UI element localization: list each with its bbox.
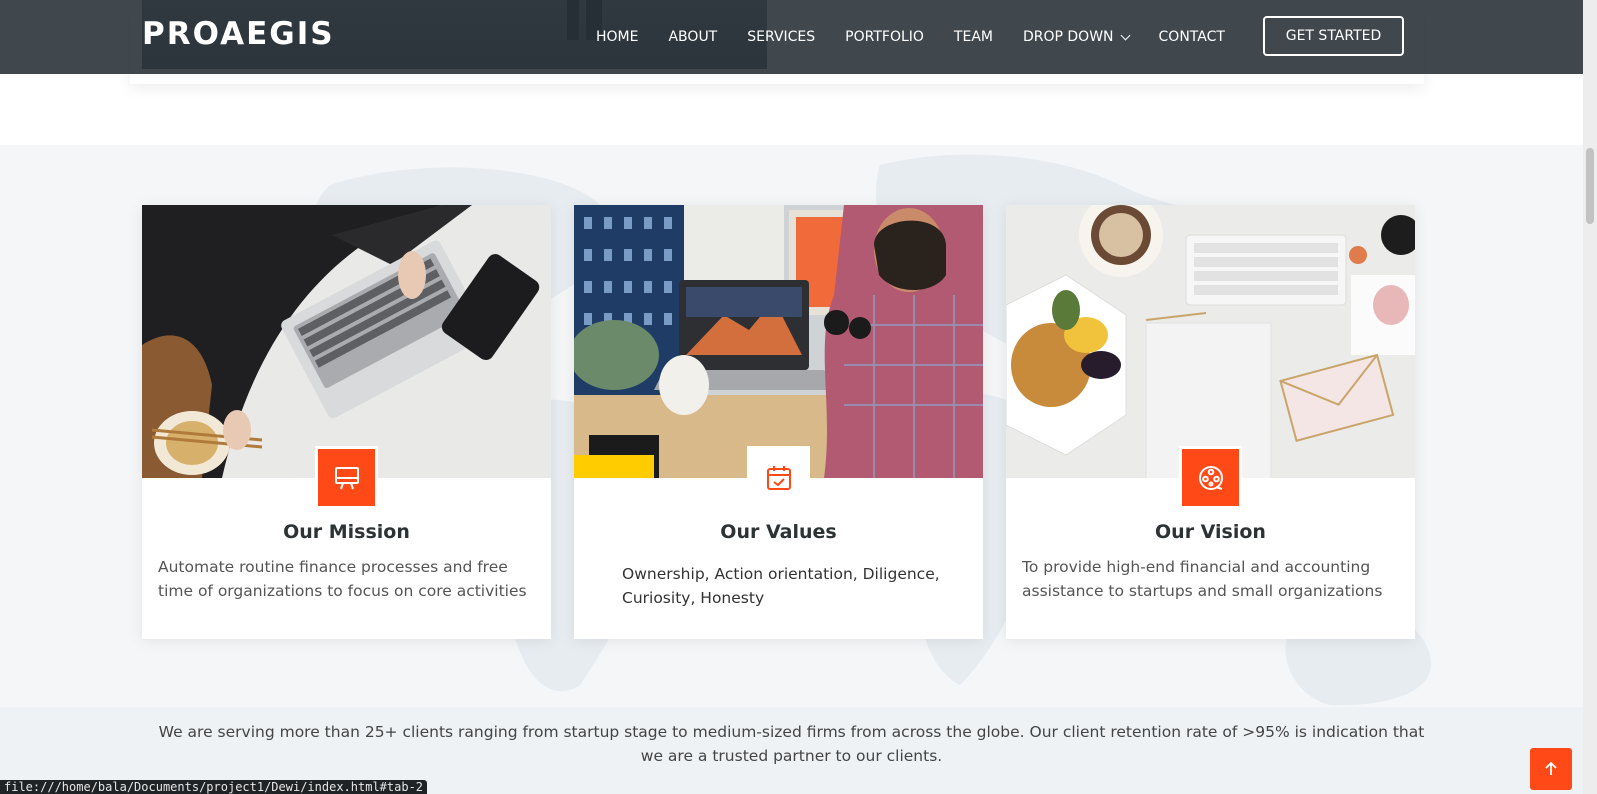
- values-card-image: [574, 205, 983, 478]
- clients-text: We are serving more than 25+ clients ran…: [158, 723, 1425, 765]
- easel-icon: [334, 466, 359, 489]
- get-started-button[interactable]: GET STARTED: [1263, 16, 1404, 56]
- vision-title: Our Vision: [1155, 521, 1266, 543]
- values-card: Our Values Ownership, Action orientation…: [574, 205, 983, 639]
- nav-contact[interactable]: CONTACT: [1159, 29, 1225, 45]
- mission-title: Our Mission: [283, 521, 410, 543]
- about-section: Our Mission Automate routine finance pro…: [0, 145, 1583, 707]
- vision-icon-badge: [1179, 446, 1242, 509]
- mission-card-image: [142, 205, 551, 478]
- mission-card: Our Mission Automate routine finance pro…: [142, 205, 551, 639]
- values-title: Our Values: [720, 521, 837, 543]
- nav-dropdown-label: DROP DOWN: [1022, 29, 1114, 45]
- chevron-down-icon: [1120, 30, 1130, 40]
- vision-text: To provide high-end financial and accoun…: [1022, 558, 1383, 600]
- main-nav: HOME ABOUT SERVICES PORTFOLIO TEAM DROP …: [596, 0, 1255, 74]
- nav-home[interactable]: HOME: [596, 29, 638, 45]
- back-to-top-button[interactable]: [1530, 748, 1572, 790]
- nav-team[interactable]: TEAM: [954, 29, 993, 45]
- values-icon-badge: [747, 446, 810, 509]
- site-logo[interactable]: PROAEGIS: [142, 16, 335, 52]
- scrollbar-thumb[interactable]: [1586, 148, 1594, 224]
- vision-card: Our Vision To provide high-end financial…: [1006, 205, 1415, 639]
- nav-about[interactable]: ABOUT: [668, 29, 717, 45]
- calendar-check-icon: [766, 465, 791, 490]
- link-preview-statusbar: file:///home/bala/Documents/project1/Dew…: [0, 780, 428, 794]
- arrow-up-icon: [1545, 761, 1557, 775]
- page-scrollbar[interactable]: [1583, 0, 1597, 794]
- vision-card-image: [1006, 205, 1415, 478]
- nav-portfolio[interactable]: PORTFOLIO: [845, 29, 924, 45]
- nav-dropdown[interactable]: DROP DOWN: [1022, 29, 1130, 45]
- mission-icon-badge: [315, 446, 378, 509]
- site-header: PROAEGIS HOME ABOUT SERVICES PORTFOLIO T…: [0, 0, 1583, 74]
- mission-text: Automate routine finance processes and f…: [158, 558, 527, 600]
- film-reel-icon: [1198, 465, 1223, 490]
- nav-services[interactable]: SERVICES: [747, 29, 815, 45]
- values-text: Ownership, Action orientation, Diligence…: [622, 565, 940, 607]
